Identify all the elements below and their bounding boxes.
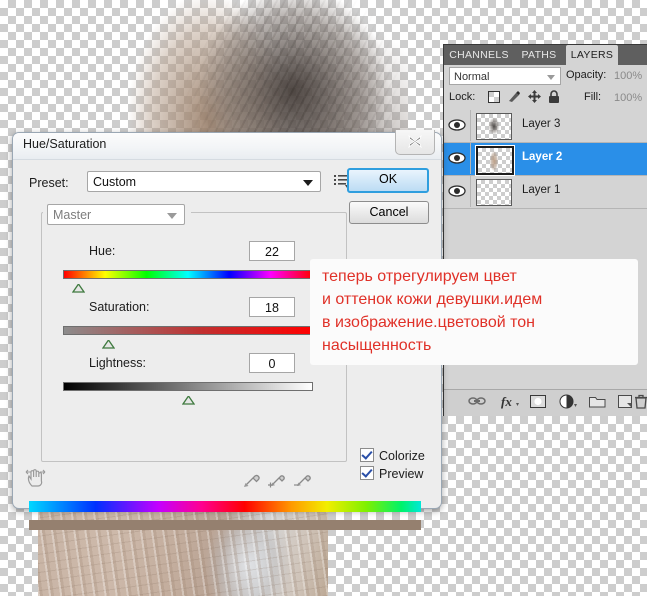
preset-value: Custom <box>93 175 137 189</box>
ok-button[interactable]: OK <box>347 168 429 193</box>
layer-name: Layer 1 <box>522 184 561 196</box>
add-layer-mask-icon[interactable] <box>530 394 546 414</box>
layer-thumbnail-art <box>478 148 512 173</box>
blend-mode-value: Normal <box>454 71 490 83</box>
layer-visibility-toggle[interactable] <box>444 110 471 141</box>
opacity-label: Opacity: <box>566 69 607 81</box>
close-x-icon <box>408 135 422 148</box>
page-title: Hue/Saturation <box>23 137 107 151</box>
eye-icon <box>448 119 466 131</box>
lightness-slider-thumb[interactable] <box>181 392 196 405</box>
layer-thumbnail[interactable] <box>476 179 512 206</box>
lock-position-icon[interactable] <box>528 90 541 108</box>
channel-select[interactable]: Master <box>47 204 185 225</box>
table-row[interactable]: Layer 1 <box>444 176 647 209</box>
eye-icon <box>448 185 466 197</box>
new-group-icon[interactable] <box>589 394 606 413</box>
blend-mode-row: Normal Opacity: 100% <box>444 65 647 87</box>
saturation-value-input[interactable]: 18 <box>249 297 295 317</box>
table-row[interactable]: Layer 3 <box>444 110 647 143</box>
cancel-button[interactable]: Cancel <box>349 201 429 224</box>
portrait-photo-sweater <box>38 505 328 596</box>
svg-text:fx: fx <box>501 394 512 409</box>
table-row[interactable]: Layer 2 <box>444 143 647 176</box>
delete-layer-icon[interactable] <box>634 394 647 414</box>
dialog-titlebar[interactable]: Hue/Saturation <box>13 130 441 160</box>
tab-channels[interactable]: CHANNELS <box>446 45 512 65</box>
layer-name: Layer 3 <box>522 118 561 130</box>
eyedropper-add-icon[interactable] <box>266 470 286 495</box>
lock-image-pixels-icon[interactable] <box>508 90 521 108</box>
annotation-line-3: в изображение.цветовой тон <box>322 314 535 331</box>
preview-checkbox[interactable]: Preview <box>360 466 423 481</box>
annotation-line-1: теперь отрегулируем цвет <box>322 268 517 285</box>
eyedropper-subtract-icon[interactable] <box>292 470 312 495</box>
lock-label: Lock: <box>449 91 476 103</box>
color-spectrum-strip[interactable] <box>29 501 421 512</box>
layer-thumbnail-art <box>477 180 511 205</box>
layer-thumbnail-art <box>477 114 511 139</box>
preset-select[interactable]: Custom <box>87 171 321 192</box>
layer-list[interactable]: Layer 3 Layer 2 Layer 1 <box>444 110 647 209</box>
layer-visibility-toggle[interactable] <box>444 143 471 174</box>
checkbox-check-icon[interactable] <box>360 466 374 480</box>
lock-all-icon[interactable] <box>548 90 560 108</box>
fill-label: Fill: <box>584 91 602 103</box>
opacity-value[interactable]: 100% <box>614 68 644 84</box>
saturation-slider-track[interactable] <box>63 326 313 335</box>
annotation-line-4: насыщенность <box>322 337 432 354</box>
result-color-strip <box>29 520 421 530</box>
preset-label: Preset: <box>29 176 69 190</box>
lock-transparent-pixels-icon[interactable] <box>488 90 500 108</box>
saturation-label: Saturation: <box>89 300 150 314</box>
close-button[interactable] <box>395 130 435 155</box>
annotation-line-2: и оттенок кожи девушки.идем <box>322 291 543 308</box>
new-adjustment-layer-icon[interactable] <box>559 394 579 414</box>
layer-style-fx-icon[interactable]: fx <box>501 394 521 414</box>
hue-label: Hue: <box>89 244 116 258</box>
panel-tab-bar[interactable]: CHANNELS PATHS LAYERS <box>444 45 647 65</box>
tab-layers[interactable]: LAYERS <box>566 45 618 65</box>
link-layers-icon[interactable] <box>468 394 486 413</box>
lightness-value-input[interactable]: 0 <box>249 353 295 373</box>
hue-slider-track[interactable] <box>63 270 313 279</box>
lock-row: Lock: Fill: 100% <box>444 87 647 109</box>
hue-value-input[interactable]: 22 <box>249 241 295 261</box>
new-layer-icon[interactable] <box>618 394 633 414</box>
saturation-slider-thumb[interactable] <box>101 336 116 349</box>
annotation-note: теперь отрегулируем цвет и оттенок кожи … <box>310 259 638 365</box>
hue-slider-thumb[interactable] <box>71 280 86 293</box>
colorize-label: Colorize <box>379 449 425 463</box>
tab-paths[interactable]: PATHS <box>514 45 564 65</box>
layer-thumbnail[interactable] <box>476 113 512 140</box>
chevron-down-icon[interactable] <box>167 213 177 219</box>
eyedropper-sample-icon[interactable] <box>241 470 261 495</box>
channel-value: Master <box>53 208 92 222</box>
fill-value[interactable]: 100% <box>614 90 644 106</box>
layer-visibility-toggle[interactable] <box>444 176 471 207</box>
on-image-adjust-hand-icon[interactable] <box>25 468 47 493</box>
layers-panel-footer: fx <box>444 389 647 416</box>
adjustment-groupbox <box>41 212 347 462</box>
blend-mode-select[interactable]: Normal <box>449 67 561 85</box>
lightness-slider-track[interactable] <box>63 382 313 391</box>
layer-thumbnail[interactable] <box>475 145 515 176</box>
lightness-label: Lightness: <box>89 356 146 370</box>
colorize-checkbox[interactable]: Colorize <box>360 448 425 463</box>
eye-icon <box>448 152 466 164</box>
chevron-down-icon[interactable] <box>303 180 313 186</box>
preview-label: Preview <box>379 467 424 481</box>
chevron-down-icon[interactable] <box>547 75 555 80</box>
checkbox-check-icon[interactable] <box>360 448 374 462</box>
layer-name: Layer 2 <box>522 151 563 163</box>
